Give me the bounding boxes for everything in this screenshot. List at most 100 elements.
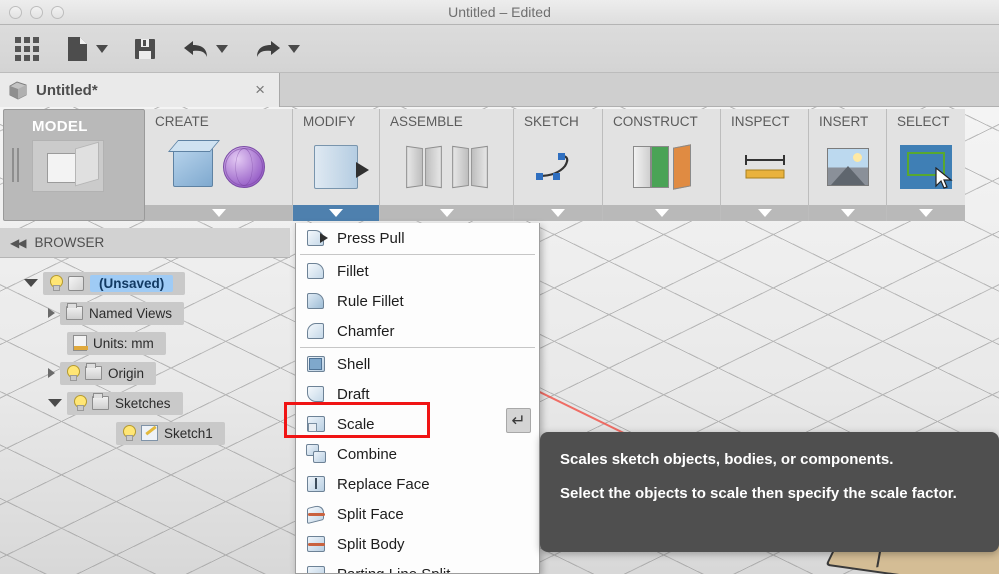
panel-dropdown-create[interactable] bbox=[145, 205, 292, 221]
menu-item-label: Split Body bbox=[337, 535, 405, 553]
tree-item-sketches[interactable]: Sketches bbox=[0, 390, 290, 416]
menu-item-combine[interactable]: Combine bbox=[296, 439, 539, 469]
grip-handle-icon bbox=[12, 148, 19, 182]
menu-item-label: Rule Fillet bbox=[337, 292, 404, 310]
menu-item-parting-line-split[interactable]: Parting Line Split bbox=[296, 559, 539, 574]
menu-item-fillet[interactable]: Fillet bbox=[296, 256, 539, 286]
panel-dropdown-assemble[interactable] bbox=[380, 205, 513, 221]
create-box-icon[interactable] bbox=[172, 147, 213, 187]
menu-item-draft[interactable]: Draft bbox=[296, 379, 539, 409]
new-document-chevron-down-icon[interactable] bbox=[96, 44, 108, 53]
cube-icon bbox=[68, 275, 84, 291]
main-toolbar bbox=[0, 25, 999, 73]
tree-item-unsaved[interactable]: (Unsaved) bbox=[0, 270, 290, 296]
tree-item-label: Origin bbox=[108, 365, 145, 381]
expander-closed-icon[interactable] bbox=[48, 308, 55, 318]
document-tab-untitled[interactable]: Untitled* × bbox=[0, 73, 280, 107]
menu-item-press-pull[interactable]: Press Pull bbox=[296, 223, 539, 253]
menu-item-label: Shell bbox=[337, 355, 371, 373]
panel-dropdown-insert[interactable] bbox=[809, 205, 886, 221]
undo-chevron-down-icon[interactable] bbox=[216, 44, 228, 53]
tree-item-sketch1[interactable]: Sketch1 bbox=[0, 420, 290, 446]
tooltip-line-1: Scales sketch objects, bodies, or compon… bbox=[560, 451, 894, 468]
title-bar: Untitled – Edited bbox=[0, 0, 999, 25]
browser-title: BROWSER bbox=[34, 235, 105, 250]
undo-button[interactable] bbox=[182, 38, 228, 60]
menu-item-label: Chamfer bbox=[337, 322, 395, 340]
folder-icon bbox=[66, 303, 83, 320]
insert-image-icon[interactable] bbox=[826, 148, 869, 186]
apps-grid-button[interactable] bbox=[0, 36, 40, 62]
menu-item-chamfer[interactable]: Chamfer bbox=[296, 316, 539, 346]
split-face-icon bbox=[306, 503, 328, 525]
panel-dropdown-modify[interactable] bbox=[293, 205, 379, 221]
document-tab-strip: Untitled* × bbox=[0, 73, 999, 107]
modify-dropdown-menu: Press Pull Fillet Rule Fillet Chamfer Sh… bbox=[295, 223, 540, 574]
document-icon bbox=[73, 335, 88, 351]
menu-item-rule-fillet[interactable]: Rule Fillet bbox=[296, 286, 539, 316]
press-pull-icon bbox=[306, 228, 328, 248]
menu-item-label: Combine bbox=[337, 445, 398, 463]
fillet-icon bbox=[306, 261, 328, 281]
tree-item-label: Sketch1 bbox=[164, 425, 213, 441]
panel-dropdown-sketch[interactable] bbox=[514, 205, 602, 221]
panel-dropdown-inspect[interactable] bbox=[721, 205, 808, 221]
visibility-bulb-icon[interactable] bbox=[66, 365, 80, 381]
collapse-panel-icon[interactable]: ◀◀ bbox=[10, 236, 27, 250]
new-document-button[interactable] bbox=[66, 35, 108, 63]
menu-item-split-body[interactable]: Split Body bbox=[296, 529, 539, 559]
menu-item-scale[interactable]: Scale bbox=[296, 409, 539, 439]
browser-panel: ◀◀ BROWSER (Unsaved) Named Views Units: … bbox=[0, 228, 290, 574]
close-icon[interactable]: × bbox=[249, 80, 271, 100]
sketch-icon bbox=[141, 425, 158, 441]
tree-item-label: (Unsaved) bbox=[90, 274, 174, 292]
split-body-icon bbox=[306, 534, 328, 554]
select-window-icon[interactable] bbox=[900, 145, 953, 189]
redo-chevron-down-icon[interactable] bbox=[288, 44, 300, 53]
tree-item-named-views[interactable]: Named Views bbox=[0, 300, 290, 326]
save-button[interactable] bbox=[134, 38, 156, 60]
rule-fillet-icon bbox=[306, 291, 328, 311]
menu-item-replace-face[interactable]: Replace Face bbox=[296, 469, 539, 499]
chevron-down-icon bbox=[211, 209, 226, 217]
tree-item-label: Sketches bbox=[115, 395, 171, 411]
expander-open-icon[interactable] bbox=[24, 279, 38, 287]
workspace-tab-model[interactable]: MODEL bbox=[3, 109, 145, 221]
menu-item-shell[interactable]: Shell bbox=[296, 349, 539, 379]
new-document-icon bbox=[68, 36, 87, 61]
redo-icon bbox=[257, 40, 280, 57]
construct-plane-icon[interactable] bbox=[632, 144, 691, 190]
expander-open-icon[interactable] bbox=[48, 399, 62, 407]
menu-item-label: Scale bbox=[337, 415, 375, 433]
redo-button[interactable] bbox=[254, 38, 300, 60]
menu-item-split-face[interactable]: Split Face bbox=[296, 499, 539, 529]
replace-face-icon bbox=[306, 474, 328, 494]
visibility-bulb-icon[interactable] bbox=[49, 275, 63, 291]
menu-divider bbox=[300, 347, 535, 348]
panel-dropdown-select[interactable] bbox=[887, 205, 965, 221]
chamfer-icon bbox=[306, 321, 328, 341]
apps-grid-icon bbox=[14, 36, 40, 62]
spline-icon[interactable] bbox=[535, 150, 581, 184]
tree-item-origin[interactable]: Origin bbox=[0, 360, 290, 386]
panel-dropdown-construct[interactable] bbox=[603, 205, 720, 221]
measure-icon[interactable] bbox=[742, 150, 788, 184]
create-sphere-icon[interactable] bbox=[222, 146, 265, 188]
pin-menu-button[interactable]: ↵ bbox=[506, 408, 531, 433]
expander-closed-icon[interactable] bbox=[48, 368, 55, 378]
command-tooltip: Scales sketch objects, bodies, or compon… bbox=[540, 432, 999, 552]
tree-item-label: Named Views bbox=[89, 305, 173, 321]
chevron-down-icon bbox=[329, 209, 343, 217]
tooltip-line-2: Select the objects to scale then specify… bbox=[560, 485, 957, 503]
folder-icon bbox=[92, 393, 109, 410]
model-workspace-icon bbox=[32, 140, 104, 192]
menu-item-label: Parting Line Split bbox=[337, 565, 451, 574]
chevron-down-icon bbox=[551, 209, 565, 217]
document-tab-label: Untitled* bbox=[36, 81, 98, 99]
press-pull-icon[interactable] bbox=[314, 145, 369, 189]
visibility-bulb-icon[interactable] bbox=[73, 395, 87, 411]
visibility-bulb-icon[interactable] bbox=[122, 425, 136, 441]
save-icon bbox=[135, 38, 155, 59]
tree-item-units[interactable]: Units: mm bbox=[0, 330, 290, 356]
application-window: Untitled – Edited Untitled* × MODEL CREA… bbox=[0, 0, 999, 574]
